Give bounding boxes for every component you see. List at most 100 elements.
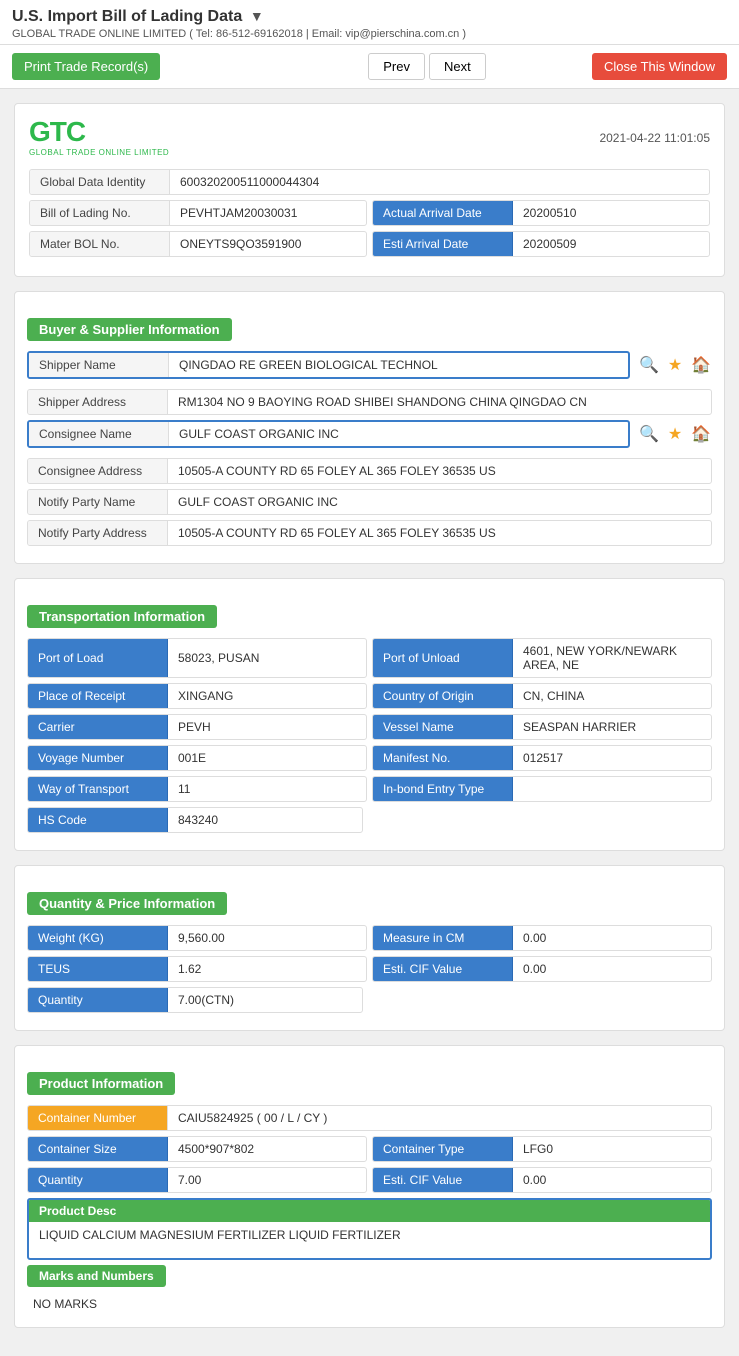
transportation-title: Transportation Information [27,605,217,628]
product-esti-cif-row: Esti. CIF Value 0.00 [372,1167,712,1193]
port-of-load-row: Port of Load 58023, PUSAN [27,638,367,678]
esti-arrival-row: Esti Arrival Date 20200509 [372,231,710,257]
shipper-name-value: QINGDAO RE GREEN BIOLOGICAL TECHNOL [169,353,628,377]
shipper-address-value: RM1304 NO 9 BAOYING ROAD SHIBEI SHANDONG… [168,390,711,414]
place-country-row: Place of Receipt XINGANG Country of Orig… [27,683,712,714]
teus-cif-row: TEUS 1.62 Esti. CIF Value 0.00 [27,956,712,987]
record-header: GTC GLOBAL TRADE ONLINE LIMITED 2021-04-… [29,118,710,157]
measure-cm-value: 0.00 [513,926,711,950]
notify-party-name-value: GULF COAST ORGANIC INC [168,490,711,514]
in-bond-entry-row: In-bond Entry Type [372,776,712,802]
product-esti-cif-label: Esti. CIF Value [373,1168,513,1192]
consignee-icons: 🔍 ★ 🏠 [638,423,712,445]
title-arrow: ▼ [250,8,264,24]
quantity-price-header: Quantity & Price Information [27,892,712,915]
esti-arrival-value: 20200509 [513,232,709,256]
marks-section: Marks and Numbers NO MARKS [27,1265,712,1315]
way-of-transport-value: 11 [168,777,366,801]
carrier-vessel-row: Carrier PEVH Vessel Name SEASPAN HARRIER [27,714,712,745]
transportation-header: Transportation Information [27,605,712,628]
prev-button[interactable]: Prev [368,53,425,80]
bill-of-lading-label: Bill of Lading No. [30,201,170,225]
product-quantity-cif-row: Quantity 7.00 Esti. CIF Value 0.00 [27,1167,712,1198]
port-of-load-value: 58023, PUSAN [168,639,366,677]
subtitle: GLOBAL TRADE ONLINE LIMITED ( Tel: 86-51… [12,28,727,40]
mater-bol-esti-row: Mater BOL No. ONEYTS9QO3591900 Esti Arri… [29,231,710,262]
next-button[interactable]: Next [429,53,486,80]
country-of-origin-value: CN, CHINA [513,684,711,708]
bol-arrival-row: Bill of Lading No. PEVHTJAM20030031 Actu… [29,200,710,231]
logo-area: GTC GLOBAL TRADE ONLINE LIMITED [29,118,169,157]
quantity-price-title: Quantity & Price Information [27,892,227,915]
esti-arrival-label: Esti Arrival Date [373,232,513,256]
notify-party-name-row: Notify Party Name GULF COAST ORGANIC INC [27,489,712,515]
product-quantity-label: Quantity [28,1168,168,1192]
container-number-value: CAIU5824925 ( 00 / L / CY ) [168,1106,711,1130]
container-number-label: Container Number [28,1106,168,1130]
actual-arrival-row: Actual Arrival Date 20200510 [372,200,710,226]
manifest-no-value: 012517 [513,746,711,770]
hs-code-value: 843240 [168,808,362,832]
consignee-address-value: 10505-A COUNTY RD 65 FOLEY AL 365 FOLEY … [168,459,711,483]
quantity-value: 7.00(CTN) [168,988,362,1012]
shipper-name-row: Shipper Name QINGDAO RE GREEN BIOLOGICAL… [27,351,630,379]
in-bond-entry-label: In-bond Entry Type [373,777,513,801]
global-data-identity-value: 600320200511000044304 [170,170,329,194]
consignee-home-icon[interactable]: 🏠 [690,423,712,445]
port-of-unload-value: 4601, NEW YORK/NEWARK AREA, NE [513,639,711,677]
transportation-section: Transportation Information Port of Load … [14,578,725,851]
quantity-label: Quantity [28,988,168,1012]
quantity-row: Quantity 7.00(CTN) [27,987,363,1013]
port-of-unload-label: Port of Unload [373,639,513,677]
consignee-address-label: Consignee Address [28,459,168,483]
global-data-identity-row: Global Data Identity 6003202005110000443… [29,169,710,195]
mater-bol-value: ONEYTS9QO3591900 [170,232,366,256]
notify-party-name-label: Notify Party Name [28,490,168,514]
notify-party-address-row: Notify Party Address 10505-A COUNTY RD 6… [27,520,712,546]
carrier-value: PEVH [168,715,366,739]
print-button[interactable]: Print Trade Record(s) [12,53,160,80]
shipper-home-icon[interactable]: 🏠 [690,354,712,376]
voyage-number-row: Voyage Number 001E [27,745,367,771]
close-window-button[interactable]: Close This Window [592,53,727,80]
actual-arrival-label: Actual Arrival Date [373,201,513,225]
country-of-origin-row: Country of Origin CN, CHINA [372,683,712,709]
consignee-star-icon[interactable]: ★ [664,423,686,445]
buyer-supplier-title: Buyer & Supplier Information [27,318,232,341]
top-bar: U.S. Import Bill of Lading Data ▼ GLOBAL… [0,0,739,45]
page-title: U.S. Import Bill of Lading Data [12,8,242,25]
place-of-receipt-row: Place of Receipt XINGANG [27,683,367,709]
esti-cif-label: Esti. CIF Value [373,957,513,981]
consignee-search-icon[interactable]: 🔍 [638,423,660,445]
notify-party-address-value: 10505-A COUNTY RD 65 FOLEY AL 365 FOLEY … [168,521,711,545]
product-header: Product Information [27,1072,712,1095]
voyage-number-value: 001E [168,746,366,770]
mater-bol-row: Mater BOL No. ONEYTS9QO3591900 [29,231,367,257]
way-of-transport-label: Way of Transport [28,777,168,801]
shipper-search-icon[interactable]: 🔍 [638,354,660,376]
consignee-address-row: Consignee Address 10505-A COUNTY RD 65 F… [27,458,712,484]
carrier-row: Carrier PEVH [27,714,367,740]
container-size-type-row: Container Size 4500*907*802 Container Ty… [27,1136,712,1167]
container-number-row: Container Number CAIU5824925 ( 00 / L / … [27,1105,712,1131]
consignee-name-row-container: Consignee Name GULF COAST ORGANIC INC 🔍 … [27,420,712,448]
hs-code-row: HS Code 843240 [27,807,363,833]
product-desc-label: Product Desc [29,1200,710,1222]
esti-cif-row: Esti. CIF Value 0.00 [372,956,712,982]
port-of-load-label: Port of Load [28,639,168,677]
container-type-row: Container Type LFG0 [372,1136,712,1162]
product-quantity-value: 7.00 [168,1168,366,1192]
consignee-name-value: GULF COAST ORGANIC INC [169,422,628,446]
way-inbond-row: Way of Transport 11 In-bond Entry Type [27,776,712,807]
port-of-unload-row: Port of Unload 4601, NEW YORK/NEWARK ARE… [372,638,712,678]
consignee-name-label: Consignee Name [29,422,169,446]
voyage-manifest-row: Voyage Number 001E Manifest No. 012517 [27,745,712,776]
measure-cm-row: Measure in CM 0.00 [372,925,712,951]
carrier-label: Carrier [28,715,168,739]
product-quantity-row: Quantity 7.00 [27,1167,367,1193]
vessel-name-row: Vessel Name SEASPAN HARRIER [372,714,712,740]
container-size-value: 4500*907*802 [168,1137,366,1161]
shipper-address-row: Shipper Address RM1304 NO 9 BAOYING ROAD… [27,389,712,415]
shipper-name-row-container: Shipper Name QINGDAO RE GREEN BIOLOGICAL… [27,351,712,379]
shipper-star-icon[interactable]: ★ [664,354,686,376]
